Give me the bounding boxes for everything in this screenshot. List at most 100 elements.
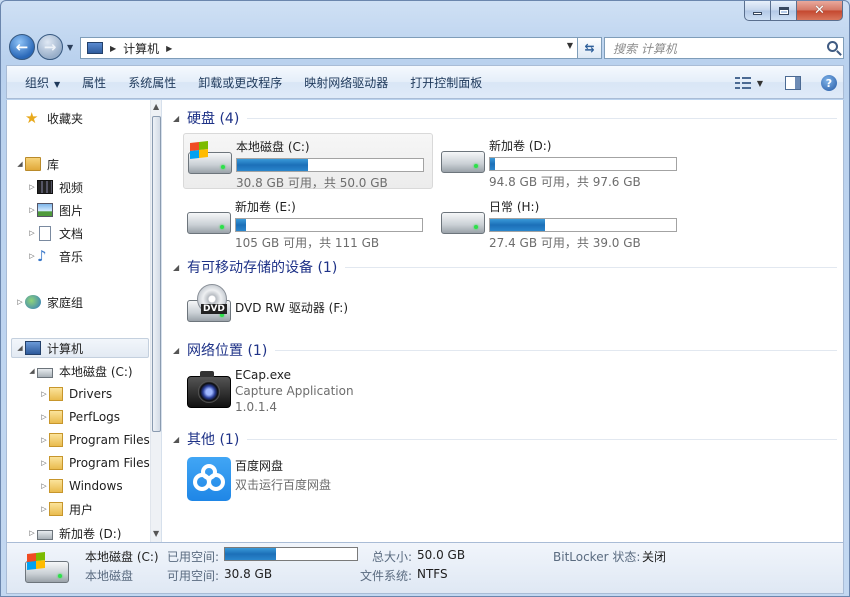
explorer-window: ✕ ← → ▼ ▶ 计算机 ▶ ▼ ⇆ 搜索 计算机 组织 ▼ 属性 系统属性 卸… [0,0,850,597]
nav-computer-label: 计算机 [47,341,84,356]
nav-library-documents[interactable]: ▷ 文档 [27,223,83,243]
group-title: 有可移动存储的设备 (1) [187,260,338,276]
nav-folder-program-files[interactable]: ▷ Program Files [39,430,150,450]
system-properties-button[interactable]: 系统属性 [117,74,187,91]
refresh-button[interactable]: ⇆ [578,37,602,59]
dvd-drive-tile[interactable]: DVD DVD RW 驱动器 (F:) [183,282,433,338]
nav-library-pictures[interactable]: ▷ 图片 [27,200,83,220]
other-item-tile[interactable]: 百度网盘 双击运行百度网盘 [183,453,433,509]
group-collapse-icon[interactable]: ◢ [173,263,187,272]
scroll-up-icon[interactable]: ▲ [153,102,159,111]
library-icon [25,157,41,171]
nav-videos-label: 视频 [59,180,84,195]
collapsed-arrow-icon[interactable]: ▷ [27,529,37,537]
forward-button[interactable]: → [37,34,63,60]
drive-name: 新加卷 (D:) [489,139,552,153]
main-area: ★ 收藏夹 ◢ 库 ▷ 视频 ▷ 图片 ▷ 文档 ▷ ♪ 音乐 ▷ 家庭组 ◢ 计算机 [6,100,844,542]
drive-tile-d[interactable]: 新加卷 (D:) 94.8 GB 可用，共 97.6 GB [437,133,687,189]
drive-icon [183,194,235,246]
group-title: 硬盘 (4) [187,111,240,127]
group-collapse-icon[interactable]: ◢ [173,346,187,355]
organize-label: 组织 [25,75,50,90]
collapsed-arrow-icon[interactable]: ▷ [39,459,49,467]
minimize-button[interactable] [744,1,771,21]
nav-local-disk-c[interactable]: ◢ 本地磁盘 (C:) [27,361,132,381]
help-icon[interactable]: ? [821,75,837,91]
maximize-button[interactable] [771,1,797,21]
group-header-removable[interactable]: ◢ 有可移动存储的设备 (1) [173,257,837,277]
nav-library-videos[interactable]: ▷ 视频 [27,177,83,197]
details-type: 本地磁盘 [85,569,134,583]
organize-button[interactable]: 组织 ▼ [7,74,71,91]
network-item-name: ECap.exe [235,368,292,382]
collapsed-arrow-icon[interactable]: ▷ [27,229,37,237]
collapsed-arrow-icon[interactable]: ▷ [39,436,49,444]
breadcrumb-separator-icon[interactable]: ▶ [110,44,116,53]
address-bar[interactable]: ▶ 计算机 ▶ ▼ [80,37,578,59]
drive-tile-c[interactable]: 本地磁盘 (C:) 30.8 GB 可用，共 50.0 GB [183,133,433,190]
collapsed-arrow-icon[interactable]: ▷ [27,206,37,214]
drive-tile-e[interactable]: 新加卷 (E:) 105 GB 可用，共 111 GB [183,194,433,250]
windows-drive-icon [184,134,236,186]
expanded-arrow-icon[interactable]: ◢ [15,344,25,352]
content-pane: ◢ 硬盘 (4) 本地磁盘 (C:) 30.8 GB 可用，共 50.0 GB 新… [163,100,843,542]
nav-homegroup[interactable]: ▷ 家庭组 [15,292,83,312]
nav-folder-windows[interactable]: ▷ Windows [39,476,123,496]
view-options-dropdown-icon[interactable]: ▼ [757,79,763,88]
breadcrumb-separator-icon[interactable]: ▶ [166,44,172,53]
details-fs-label: 文件系统: [360,569,413,583]
nav-documents-label: 文档 [59,226,84,241]
open-control-panel-button[interactable]: 打开控制面板 [399,74,493,91]
scrollbar-thumb[interactable] [152,116,161,432]
nav-library-music[interactable]: ▷ ♪ 音乐 [27,246,83,266]
navigation-row: ← → ▼ ▶ 计算机 ▶ ▼ ⇆ 搜索 计算机 [9,33,844,61]
search-input[interactable]: 搜索 计算机 [604,37,844,59]
music-note-icon: ♪ [37,246,47,265]
folder-icon [49,456,63,470]
group-title: 其他 (1) [187,432,240,448]
nav-music-label: 音乐 [59,249,84,264]
collapsed-arrow-icon[interactable]: ▷ [15,298,25,306]
group-header-hard-disks[interactable]: ◢ 硬盘 (4) [173,108,837,128]
expanded-arrow-icon[interactable]: ◢ [27,367,37,375]
collapsed-arrow-icon[interactable]: ▷ [27,183,37,191]
map-network-drive-button[interactable]: 映射网络驱动器 [293,74,399,91]
breadcrumb-computer[interactable]: 计算机 [123,40,159,57]
nav-libraries[interactable]: ◢ 库 [15,154,59,174]
uninstall-program-button[interactable]: 卸载或更改程序 [187,74,293,91]
scroll-down-icon[interactable]: ▼ [153,529,159,538]
expanded-arrow-icon[interactable]: ◢ [15,160,25,168]
drive-usage-bar [489,218,677,232]
document-icon [39,225,51,241]
collapsed-arrow-icon[interactable]: ▷ [39,390,49,398]
picture-icon [37,203,53,217]
nav-scrollbar[interactable]: ▲ ▼ [150,100,161,542]
group-collapse-icon[interactable]: ◢ [173,114,187,123]
collapsed-arrow-icon[interactable]: ▷ [39,482,49,490]
search-icon[interactable] [827,41,838,52]
nav-new-volume-d[interactable]: ▷ 新加卷 (D:) [27,523,121,542]
recent-pages-button[interactable]: ▼ [67,43,73,52]
change-view-icon[interactable] [734,77,751,89]
network-item-tile[interactable]: ECap.exe Capture Application 1.0.1.4 [183,364,433,424]
nav-folder-perflogs[interactable]: ▷ PerfLogs [39,407,120,427]
group-header-other[interactable]: ◢ 其他 (1) [173,429,837,449]
collapsed-arrow-icon[interactable]: ▷ [27,252,37,260]
close-button[interactable]: ✕ [797,1,843,21]
nav-folder-drivers[interactable]: ▷ Drivers [39,384,112,404]
details-fs-value: NTFS [417,567,448,581]
collapsed-arrow-icon[interactable]: ▷ [39,413,49,421]
nav-folder-users[interactable]: ▷ 用户 [39,499,93,519]
nav-folder-program-files-x86[interactable]: ▷ Program Files [39,453,150,473]
preview-pane-icon[interactable] [785,76,801,90]
drive-tile-h[interactable]: 日常 (H:) 27.4 GB 可用，共 39.0 GB [437,194,687,250]
group-collapse-icon[interactable]: ◢ [173,435,187,444]
group-header-network[interactable]: ◢ 网络位置 (1) [173,340,837,360]
back-button[interactable]: ← [9,34,35,60]
properties-button[interactable]: 属性 [71,74,117,91]
drive-usage-fill [237,159,309,171]
collapsed-arrow-icon[interactable]: ▷ [39,505,49,513]
nav-computer[interactable]: ◢ 计算机 [11,338,149,358]
nav-favorites[interactable]: ★ 收藏夹 [25,108,83,128]
address-dropdown-icon[interactable]: ▼ [567,41,573,50]
